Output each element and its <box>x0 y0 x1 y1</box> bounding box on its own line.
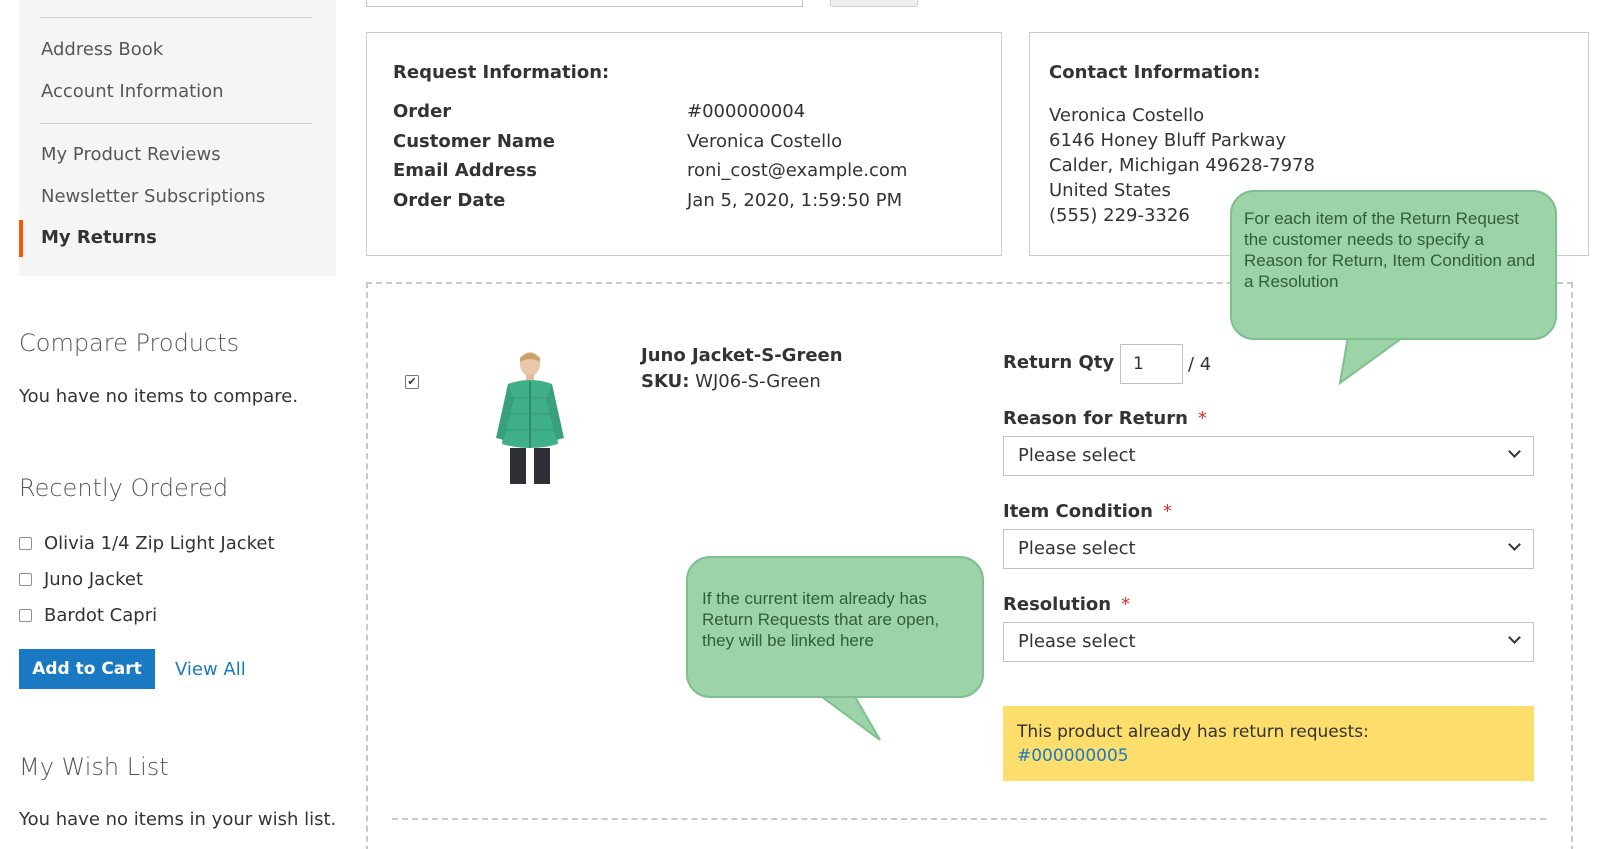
contact-information-title: Contact Information: <box>1049 62 1261 83</box>
product-sku: SKU: WJ06-S-Green <box>641 371 821 392</box>
item-separator <box>392 818 1546 820</box>
email-address-label: Email Address <box>393 160 538 181</box>
existing-returns-notice: This product already has return requests… <box>1003 706 1534 781</box>
nav-divider <box>40 123 312 124</box>
reason-label-text: Reason for Return <box>1003 408 1188 429</box>
callout-linked-returns: If the current item already has Return R… <box>686 556 984 698</box>
recently-ordered-title: Recently Ordered <box>19 474 229 502</box>
nav-item-my-product-reviews[interactable]: My Product Reviews <box>41 144 221 166</box>
customer-name-label: Customer Name <box>393 131 555 152</box>
nav-item-newsletter-subscriptions[interactable]: Newsletter Subscriptions <box>41 186 265 208</box>
reason-for-return-select[interactable]: Please select <box>1003 436 1534 476</box>
contact-name: Veronica Costello <box>1049 105 1205 126</box>
existing-return-link[interactable]: #000000005 <box>1017 744 1520 768</box>
contact-city: Calder, Michigan 49628-7978 <box>1049 155 1315 176</box>
item-select-checkbox[interactable]: ✔ <box>405 375 419 389</box>
sku-value: WJ06-S-Green <box>695 371 821 392</box>
view-all-link[interactable]: View All <box>175 659 246 680</box>
contact-phone: (555) 229-3326 <box>1049 205 1190 226</box>
item-condition-label: Item Condition * <box>1003 501 1172 522</box>
chevron-down-icon <box>1508 445 1521 458</box>
top-input-field[interactable] <box>366 0 803 7</box>
contact-street: 6146 Honey Bluff Parkway <box>1049 130 1287 151</box>
contact-country: United States <box>1049 180 1171 201</box>
nav-item-my-returns[interactable]: My Returns <box>41 227 157 249</box>
recently-ordered-checkbox[interactable] <box>19 573 32 586</box>
nav-item-account-information[interactable]: Account Information <box>41 81 224 103</box>
nav-current-indicator <box>19 220 23 257</box>
return-qty-input[interactable]: 1 <box>1120 344 1183 384</box>
top-button[interactable] <box>830 0 918 7</box>
callout-return-fields: For each item of the Return Request the … <box>1230 190 1557 340</box>
return-qty-label: Return Qty <box>1003 352 1115 373</box>
recently-ordered-item-label: Bardot Capri <box>44 605 158 626</box>
chevron-down-icon <box>1508 631 1521 644</box>
select-value: Please select <box>1018 538 1136 559</box>
resolution-select[interactable]: Please select <box>1003 622 1534 662</box>
recently-ordered-item[interactable]: Bardot Capri <box>19 605 157 626</box>
select-value: Please select <box>1018 445 1136 466</box>
compare-empty-text: You have no items to compare. <box>19 386 299 407</box>
order-date-value: Jan 5, 2020, 1:59:50 PM <box>687 190 903 211</box>
request-information-title: Request Information: <box>393 62 610 83</box>
required-mark: * <box>1197 408 1207 429</box>
order-number-link[interactable]: #000000004 <box>687 101 805 122</box>
select-value: Please select <box>1018 631 1136 652</box>
product-name: Juno Jacket-S-Green <box>641 345 843 366</box>
recently-ordered-checkbox[interactable] <box>19 537 32 550</box>
recently-ordered-item[interactable]: Olivia 1/4 Zip Light Jacket <box>19 533 275 554</box>
compare-products-title: Compare Products <box>19 329 240 357</box>
notice-text: This product already has return requests… <box>1017 722 1369 742</box>
condition-label-text: Item Condition <box>1003 501 1153 522</box>
sku-label: SKU: <box>641 371 690 392</box>
resolution-label-text: Resolution <box>1003 594 1112 615</box>
required-mark: * <box>1162 501 1172 522</box>
product-image <box>496 352 564 484</box>
email-address-value: roni_cost@example.com <box>687 160 908 181</box>
recently-ordered-checkbox[interactable] <box>19 609 32 622</box>
customer-name-value: Veronica Costello <box>687 131 843 152</box>
recently-ordered-item[interactable]: Juno Jacket <box>19 569 143 590</box>
wishlist-title: My Wish List <box>19 753 169 781</box>
add-to-cart-button[interactable]: Add to Cart <box>19 649 155 689</box>
nav-divider <box>40 17 312 18</box>
recently-ordered-item-label: Juno Jacket <box>44 569 144 590</box>
required-mark: * <box>1121 594 1131 615</box>
item-condition-select[interactable]: Please select <box>1003 529 1534 569</box>
order-date-label: Order Date <box>393 190 506 211</box>
recently-ordered-item-label: Olivia 1/4 Zip Light Jacket <box>44 533 275 554</box>
order-label: Order <box>393 101 452 122</box>
reason-for-return-label: Reason for Return * <box>1003 408 1207 429</box>
resolution-label: Resolution * <box>1003 594 1130 615</box>
wishlist-empty-text: You have no items in your wish list. <box>19 809 337 830</box>
return-qty-max: / 4 <box>1188 354 1212 375</box>
nav-item-address-book[interactable]: Address Book <box>41 39 163 61</box>
chevron-down-icon <box>1508 538 1521 551</box>
